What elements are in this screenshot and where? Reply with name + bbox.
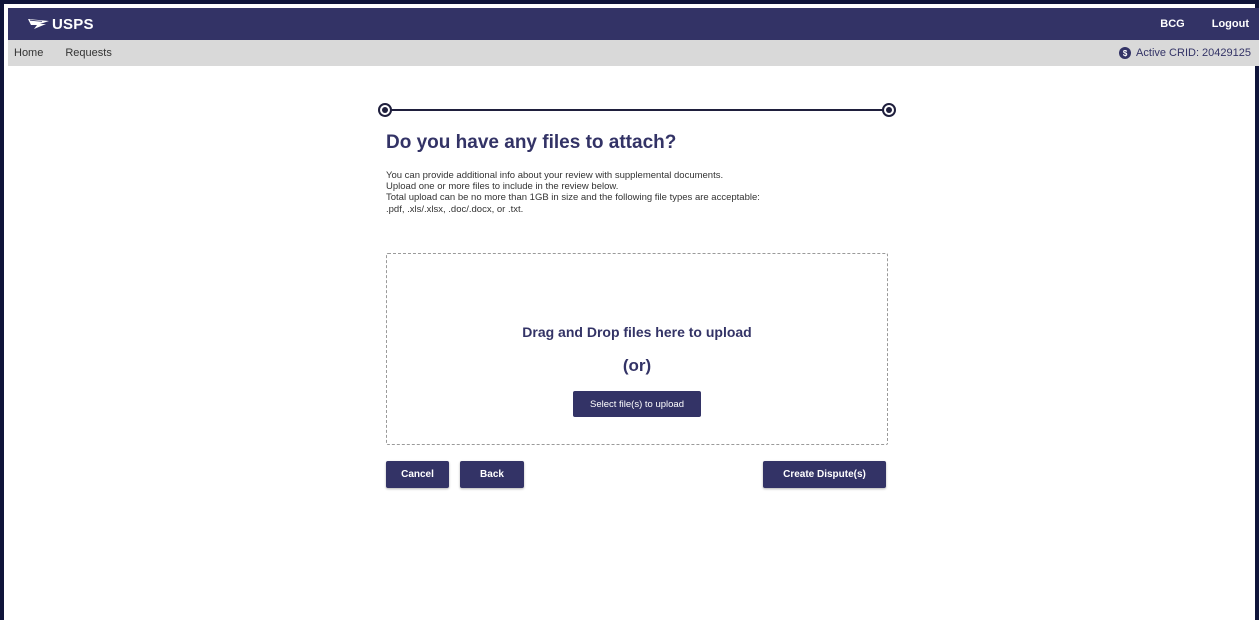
active-crid: $ Active CRID: 20429125 [1119,47,1251,59]
usps-logo[interactable]: USPS [28,16,94,33]
step-1-dot [378,103,392,117]
back-button[interactable]: Back [460,461,524,488]
sub-navigation: Home Requests $ Active CRID: 20429125 [8,40,1259,66]
select-files-button[interactable]: Select file(s) to upload [573,391,701,417]
upload-instructions: You can provide additional info about yo… [386,170,886,215]
dropzone-or: (or) [622,356,652,375]
instruction-line-4: .pdf, .xls/.xlsx, .doc/.docx, or .txt. [386,203,524,215]
user-link-bcg[interactable]: BCG [1160,18,1184,30]
eagle-logo-icon [28,19,49,29]
dropzone-title: Drag and Drop files here to upload [522,324,752,340]
instruction-line-3: Total upload can be no more than 1GB in … [386,192,760,204]
logo-text: USPS [52,15,94,33]
app-frame: USPS BCG Logout Home Requests $ Active C… [0,0,1259,620]
instruction-line-2: Upload one or more files to include in t… [386,181,619,193]
step-2-dot [882,103,896,117]
nav-home[interactable]: Home [14,47,43,59]
file-dropzone[interactable]: Drag and Drop files here to upload (or) … [386,253,888,445]
logout-link[interactable]: Logout [1212,18,1249,30]
active-crid-label: Active CRID: 20429125 [1136,47,1251,59]
dollar-circle-icon: $ [1119,47,1132,59]
instruction-line-1: You can provide additional info about yo… [386,170,724,181]
top-bar: USPS BCG Logout [8,8,1259,40]
nav-requests[interactable]: Requests [65,47,111,59]
page-title: Do you have any files to attach? [386,132,677,153]
create-dispute-button[interactable]: Create Dispute(s) [763,461,886,488]
cancel-button[interactable]: Cancel [386,461,449,488]
progress-stepper [378,103,896,117]
stepper-line [390,109,884,111]
